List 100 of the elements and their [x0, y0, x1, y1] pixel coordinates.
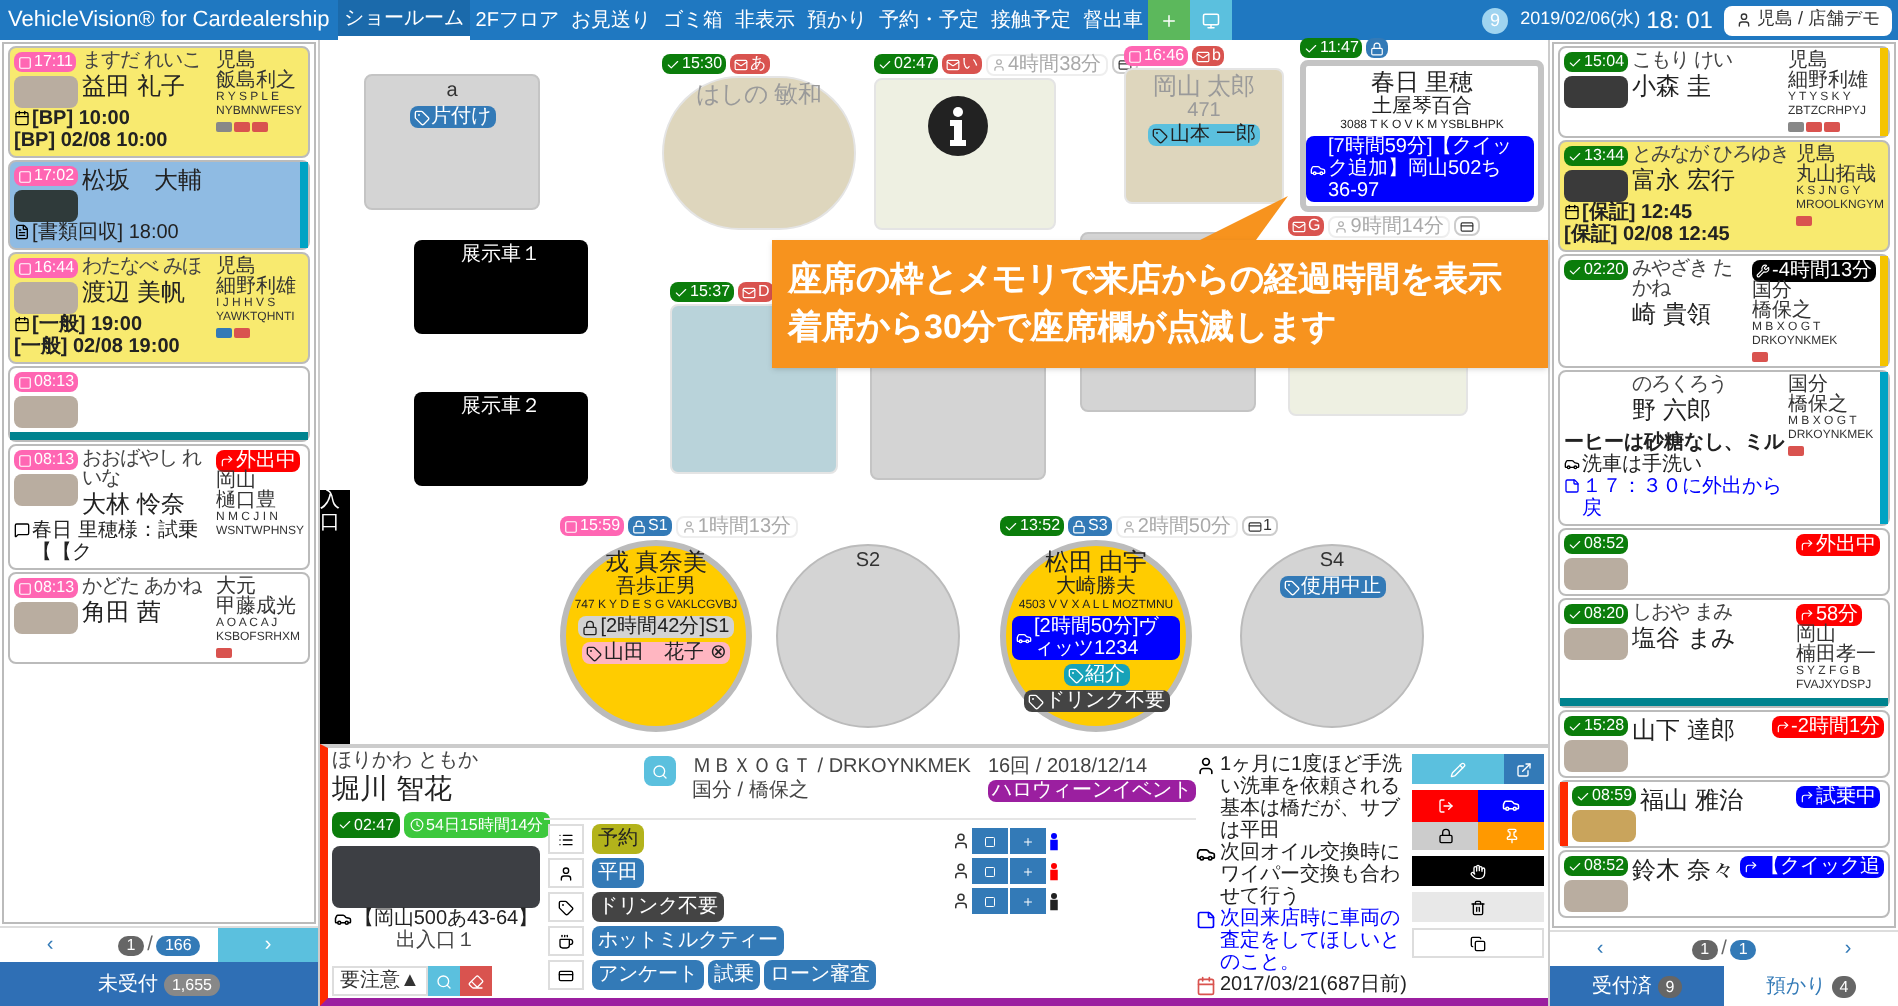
time-badge: 13:44	[1564, 146, 1629, 166]
open-button[interactable]	[1504, 754, 1544, 784]
seat[interactable]: 岡山 太郎 471 山本 一郎	[1124, 68, 1284, 204]
name-reading: わたなべ みほ	[82, 258, 203, 278]
check-icon	[878, 57, 892, 71]
customer-card[interactable]: 08:59 福山 雅治 試乗中	[1558, 780, 1890, 848]
display-car-area[interactable]: 展示車２	[414, 392, 588, 486]
elapsed-time: 4時間38分	[986, 54, 1108, 76]
nav-tab[interactable]: 2Fフロア	[469, 0, 565, 40]
lock-icon	[632, 519, 647, 533]
info-icon[interactable]	[928, 96, 988, 156]
unreceived-button[interactable]: 未受付 1,655	[0, 962, 318, 1006]
time-badge: 17:11	[14, 52, 77, 72]
seat[interactable]: S2	[776, 544, 960, 728]
customer-card[interactable]: 17:02 松坂 大輔 [書類回収] 18:00	[8, 160, 310, 250]
customer-card[interactable]: 08:52 鈴木 奈々 【クイック追	[1558, 850, 1890, 918]
seat-tag: [7時間59分]【クイック追加】岡山502ち36-97	[1306, 136, 1534, 202]
nav-tab[interactable]: ショールーム	[337, 0, 470, 40]
store-name: 児島	[1795, 146, 1836, 166]
customer-name: 春日 里穂	[1370, 70, 1474, 96]
vehicle-code: ＭＢＸＯＧＴ / DRKOYNKMEK	[692, 756, 972, 779]
seat[interactable]	[874, 78, 1056, 230]
delete-button[interactable]	[1412, 892, 1544, 922]
customer-name: 松坂 大輔	[82, 166, 204, 196]
nav-tab[interactable]: ゴミ箱	[656, 0, 729, 40]
customer-name: 小森 圭	[1632, 72, 1713, 102]
event-badge: ハロウィーンイベント	[988, 780, 1196, 802]
pin-button[interactable]	[1478, 821, 1544, 850]
count-badge: 9	[1482, 7, 1509, 33]
customer-note: 次回オイル交換時にワイパー交換も合わせて行う	[1220, 842, 1402, 908]
name-reading: おおばやし れいな	[82, 450, 204, 490]
monitor-button[interactable]	[1190, 0, 1233, 40]
wrench-icon	[1755, 264, 1770, 278]
eraser-button[interactable]	[459, 966, 492, 996]
small-button[interactable]	[972, 858, 1008, 884]
time-badge: 08:52	[1564, 534, 1629, 554]
staff-name: 甲藤成光	[216, 598, 296, 618]
lock-icon	[1437, 827, 1454, 844]
customer-card[interactable]: 08:52 外出中	[1558, 528, 1890, 596]
mail-icon	[734, 57, 749, 71]
time-badge: 02:47	[332, 812, 401, 838]
plate-number: 【岡山500あ43-64】	[353, 908, 539, 930]
search-icon	[435, 973, 452, 989]
small-button[interactable]	[972, 828, 1008, 854]
lock-button[interactable]	[1412, 821, 1479, 850]
small-button[interactable]	[972, 888, 1008, 914]
car-button[interactable]	[1478, 790, 1544, 821]
row-icon-button[interactable]	[548, 960, 584, 990]
nav-tab[interactable]: 接触予定	[984, 0, 1077, 40]
hand-button[interactable]	[1412, 856, 1544, 886]
note-icon	[1564, 478, 1580, 494]
previous-page-button[interactable]: ‹	[0, 928, 100, 962]
row-icon-button[interactable]	[548, 892, 584, 922]
count-badge: 4	[1831, 975, 1857, 997]
nav-tab[interactable]: 非表示	[728, 0, 801, 40]
check-icon	[1568, 719, 1582, 733]
small-button[interactable]	[1010, 828, 1046, 854]
nav-tab[interactable]: 預かり	[800, 0, 873, 40]
square-icon	[984, 835, 996, 847]
monitor-icon	[1202, 11, 1221, 29]
caution-button[interactable]: 要注意▲	[332, 966, 428, 996]
check-icon	[674, 285, 688, 299]
car-icon	[1564, 456, 1580, 472]
exit-icon	[1437, 797, 1454, 814]
user-button[interactable]: 児島 / 店舗デモ	[1724, 5, 1892, 35]
name-reading: のろくろう	[1632, 376, 1729, 396]
person-icon	[992, 58, 1007, 72]
row-icon-button[interactable]	[548, 824, 584, 854]
display-car-area[interactable]: 展示車１	[414, 240, 588, 334]
status-badge: 外出中	[1796, 534, 1880, 556]
nav-tab[interactable]: お見送り	[564, 0, 657, 40]
mail-badge: あ	[730, 54, 771, 74]
square-icon	[18, 453, 32, 467]
seat[interactable]: S4 使用中止	[1240, 544, 1424, 728]
previous-page-button[interactable]: ‹	[1550, 932, 1650, 966]
small-button[interactable]	[1010, 858, 1046, 884]
list-tab[interactable]: 受付済 9	[1550, 966, 1724, 1006]
next-page-button[interactable]: ›	[1798, 932, 1898, 966]
customer-name: 塩谷 まみ	[1632, 624, 1737, 654]
document-icon	[14, 224, 30, 240]
customer-name: 山下 達郎	[1632, 716, 1737, 746]
customer-card[interactable]: 15:28 山下 達郎 -2時間1分	[1558, 710, 1890, 778]
car-icon	[1196, 844, 1216, 864]
callout-text: 座席の枠とメモリで来店からの経過時間を表示	[788, 258, 1504, 302]
nav-tab[interactable]: 督出車	[1076, 0, 1149, 40]
person-icon	[558, 865, 574, 881]
card-memo: １７：３０に外出から戻	[1582, 476, 1784, 520]
seat[interactable]: a 片付け	[364, 74, 540, 210]
mail-icon	[1292, 219, 1306, 233]
nav-tab[interactable]: 予約・予定	[872, 0, 985, 40]
row-icon-button[interactable]	[548, 926, 584, 956]
small-button[interactable]	[1010, 888, 1046, 914]
cup-icon	[558, 933, 574, 949]
check-icon	[1568, 55, 1582, 69]
person-icon	[1334, 220, 1349, 234]
row-icon-button[interactable]	[548, 858, 584, 888]
elapsed-time: 2時間50分	[1115, 516, 1238, 538]
arrow-icon	[1775, 720, 1790, 734]
check-icon	[1568, 607, 1582, 621]
elapsed-time: 1時間13分	[675, 516, 798, 538]
